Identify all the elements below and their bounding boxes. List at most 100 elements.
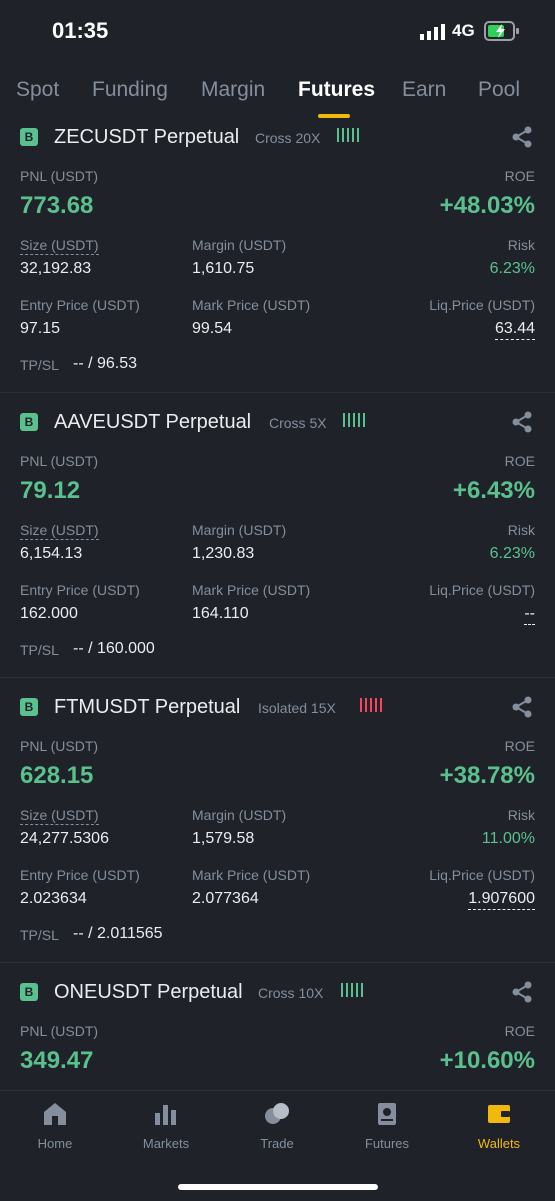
leverage-label[interactable]: Isolated 15X	[258, 700, 336, 716]
tab-spot[interactable]: Spot	[16, 78, 59, 102]
entry-price-value: 162.000	[20, 605, 78, 622]
active-tab-indicator	[318, 114, 350, 118]
trade-icon	[265, 1103, 289, 1124]
home-icon	[44, 1103, 66, 1125]
pnl-value: 349.47	[20, 1047, 94, 1074]
pnl-label: PNL (USDT)	[20, 453, 99, 469]
risk-value: 6.23%	[489, 545, 535, 562]
risk-label: Risk	[507, 807, 535, 823]
pnl-label: PNL (USDT)	[20, 168, 99, 184]
wallets-icon	[488, 1105, 510, 1123]
pnl-label: PNL (USDT)	[20, 738, 99, 754]
leverage-bars-icon	[360, 698, 382, 712]
liq-price-value[interactable]: 1.907600	[468, 890, 535, 910]
nav-markets[interactable]: Markets	[116, 1101, 216, 1151]
tab-margin[interactable]: Margin	[201, 78, 265, 102]
position-card[interactable]: B FTMUSDT Perpetual Isolated 15X PNL (US…	[0, 690, 555, 974]
liq-price-value[interactable]: 63.44	[494, 320, 535, 340]
share-icon[interactable]	[511, 981, 533, 1003]
position-card[interactable]: B ZECUSDT Perpetual Cross 20X PNL (USDT)…	[0, 120, 555, 404]
tab-funding[interactable]: Funding	[92, 78, 168, 102]
nav-markets-label: Markets	[142, 1136, 190, 1151]
risk-value: 11.00%	[481, 830, 535, 847]
liq-price-label: Liq.Price (USDT)	[429, 297, 535, 313]
cellular-signal-icon	[420, 24, 445, 40]
risk-value: 6.23%	[489, 260, 535, 277]
share-icon[interactable]	[511, 411, 533, 433]
nav-trade-label: Trade	[260, 1136, 294, 1151]
tab-pool[interactable]: Pool	[478, 78, 520, 102]
entry-price-label: Entry Price (USDT)	[20, 867, 140, 883]
status-bar: 01:35 4G	[0, 0, 555, 62]
roe-value: +10.60%	[439, 1047, 535, 1074]
leverage-label[interactable]: Cross 10X	[258, 985, 323, 1001]
nav-wallets-label: Wallets	[477, 1136, 521, 1151]
position-symbol[interactable]: ONEUSDT Perpetual	[54, 981, 243, 1004]
tpsl-value[interactable]: -- / 160.000	[73, 640, 155, 658]
nav-home-label: Home	[37, 1136, 73, 1151]
roe-value: +6.43%	[452, 477, 535, 504]
size-value: 24,277.5306	[20, 830, 109, 847]
buy-badge: B	[20, 983, 38, 1001]
tab-futures[interactable]: Futures	[298, 78, 375, 102]
card-divider	[0, 392, 555, 393]
size-label[interactable]: Size (USDT)	[20, 522, 99, 540]
size-label[interactable]: Size (USDT)	[20, 237, 99, 255]
mark-price-label: Mark Price (USDT)	[192, 582, 311, 598]
nav-trade[interactable]: Trade	[227, 1101, 327, 1151]
roe-value: +38.78%	[439, 762, 535, 789]
size-label[interactable]: Size (USDT)	[20, 807, 99, 825]
margin-label: Margin (USDT)	[192, 807, 287, 823]
roe-value: +48.03%	[439, 192, 535, 219]
position-card[interactable]: B AAVEUSDT Perpetual Cross 5X PNL (USDT)…	[0, 405, 555, 689]
position-symbol[interactable]: ZECUSDT Perpetual	[54, 126, 239, 149]
liq-price-value[interactable]: --	[524, 605, 535, 625]
mark-price-label: Mark Price (USDT)	[192, 297, 311, 313]
liq-price-label: Liq.Price (USDT)	[429, 867, 535, 883]
tpsl-label: TP/SL	[20, 927, 59, 943]
buy-badge: B	[20, 698, 38, 716]
tab-earn[interactable]: Earn	[402, 78, 446, 102]
entry-price-value: 97.15	[20, 320, 61, 337]
mark-price-value: 99.54	[192, 320, 233, 337]
buy-badge: B	[20, 128, 38, 146]
margin-value: 1,230.83	[192, 545, 255, 562]
roe-label: ROE	[504, 1023, 535, 1039]
share-icon[interactable]	[511, 696, 533, 718]
card-divider	[0, 677, 555, 678]
network-label: 4G	[452, 21, 475, 40]
share-icon[interactable]	[511, 126, 533, 148]
entry-price-label: Entry Price (USDT)	[20, 297, 140, 313]
tpsl-value[interactable]: -- / 2.011565	[73, 925, 163, 943]
futures-icon	[378, 1103, 396, 1125]
position-card[interactable]: B ONEUSDT Perpetual Cross 10X PNL (USDT)…	[0, 975, 555, 1090]
margin-label: Margin (USDT)	[192, 237, 287, 253]
roe-label: ROE	[504, 168, 535, 184]
position-symbol[interactable]: FTMUSDT Perpetual	[54, 696, 240, 719]
status-time: 01:35	[52, 18, 109, 43]
size-value: 6,154.13	[20, 545, 83, 562]
nav-wallets[interactable]: Wallets	[449, 1101, 549, 1151]
leverage-bars-icon	[337, 128, 359, 142]
pnl-value: 628.15	[20, 762, 94, 789]
account-tabs: Spot Funding Margin Futures Earn Pool	[0, 62, 555, 120]
mark-price-label: Mark Price (USDT)	[192, 867, 311, 883]
entry-price-label: Entry Price (USDT)	[20, 582, 140, 598]
positions-list: B ZECUSDT Perpetual Cross 20X PNL (USDT)…	[0, 120, 555, 1090]
nav-home[interactable]: Home	[5, 1101, 105, 1151]
tpsl-label: TP/SL	[20, 357, 59, 373]
size-value: 32,192.83	[20, 260, 92, 277]
margin-value: 1,610.75	[192, 260, 255, 277]
pnl-label: PNL (USDT)	[20, 1023, 99, 1039]
pnl-value: 773.68	[20, 192, 94, 219]
roe-label: ROE	[504, 453, 535, 469]
risk-label: Risk	[507, 522, 535, 538]
leverage-label[interactable]: Cross 20X	[255, 130, 320, 146]
leverage-label[interactable]: Cross 5X	[269, 415, 327, 431]
tpsl-value[interactable]: -- / 96.53	[73, 355, 137, 373]
margin-value: 1,579.58	[192, 830, 255, 847]
pnl-value: 79.12	[20, 477, 81, 504]
mark-price-value: 164.110	[192, 605, 249, 622]
nav-futures[interactable]: Futures	[337, 1101, 437, 1151]
position-symbol[interactable]: AAVEUSDT Perpetual	[54, 411, 251, 434]
